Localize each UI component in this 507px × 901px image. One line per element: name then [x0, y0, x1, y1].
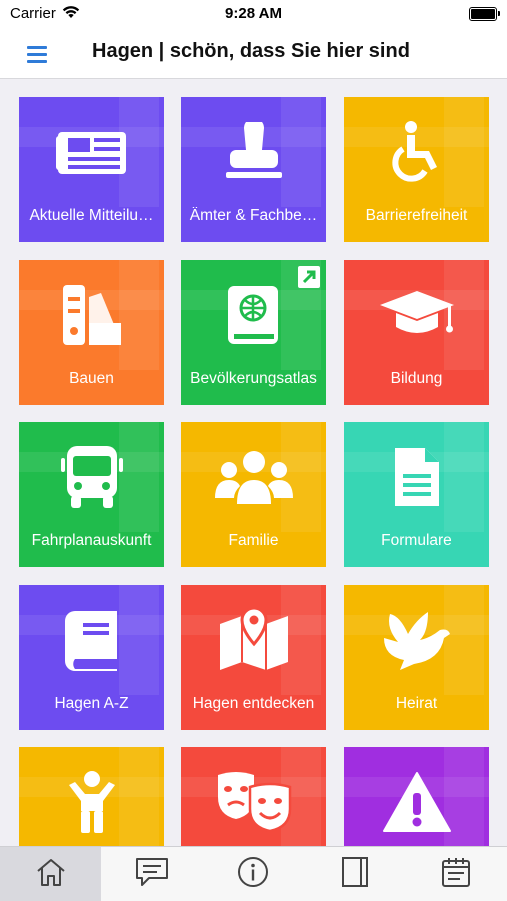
tab-calendar[interactable]: [406, 847, 507, 901]
map-pin-icon: [181, 605, 326, 675]
tile-bauen[interactable]: Bauen: [19, 260, 164, 405]
tile-aktuelle-mitteilu[interactable]: Aktuelle Mitteilu…: [19, 97, 164, 242]
tile-label: Heirat: [395, 695, 438, 712]
tile-familie[interactable]: Familie: [181, 422, 326, 567]
tile-child[interactable]: [19, 747, 164, 846]
tile-label: Fahrplanauskunft: [31, 532, 152, 549]
swatch-icon: [19, 280, 164, 350]
atlas-book-icon: [181, 280, 326, 350]
status-bar: Carrier 9:28 AM: [0, 0, 507, 28]
tile-bevölkerungsatlas[interactable]: Bevölkerungsatlas: [181, 260, 326, 405]
book-icon: [19, 605, 164, 675]
family-icon: [181, 442, 326, 512]
wheelchair-icon: [344, 117, 489, 187]
tile-label: Hagen A-Z: [54, 695, 129, 712]
tile-heirat[interactable]: Heirat: [344, 585, 489, 730]
tile-formulare[interactable]: Formulare: [344, 422, 489, 567]
tab-notebook[interactable]: [304, 847, 405, 901]
notebook-icon: [341, 856, 369, 893]
tile-label: Bauen: [69, 370, 114, 387]
tile-barrierefreiheit[interactable]: Barrierefreiheit: [344, 97, 489, 242]
stamp-icon: [181, 117, 326, 187]
tile-label: Formulare: [381, 532, 452, 549]
clock-label: 9:28 AM: [225, 5, 282, 22]
document-icon: [344, 442, 489, 512]
graduation-cap-icon: [344, 280, 489, 350]
calendar-icon: [441, 856, 471, 893]
tile-hagen-entdecken[interactable]: Hagen entdecken: [181, 585, 326, 730]
tile-label: Bildung: [390, 370, 443, 387]
child-icon: [19, 767, 164, 837]
info-icon: [237, 856, 269, 893]
tile-fahrplanauskunft[interactable]: Fahrplanauskunft: [19, 422, 164, 567]
tile-label: Barrierefreiheit: [365, 207, 468, 224]
tile-theater-masks[interactable]: [181, 747, 326, 846]
tab-info[interactable]: [203, 847, 304, 901]
bus-icon: [19, 442, 164, 512]
newspaper-icon: [19, 117, 164, 187]
warning-icon: [344, 767, 489, 837]
tile-ämter-fachbe[interactable]: Ämter & Fachbe…: [181, 97, 326, 242]
external-link-icon: [298, 266, 320, 288]
message-icon: [135, 857, 169, 892]
home-icon: [35, 857, 67, 892]
tile-label: Aktuelle Mitteilu…: [29, 207, 154, 224]
tile-grid: Aktuelle Mitteilu… Ämter & Fachbe… Barrier…: [0, 79, 507, 846]
tile-label: Ämter & Fachbe…: [189, 207, 318, 224]
tile-label: Familie: [228, 532, 279, 549]
tile-bildung[interactable]: Bildung: [344, 260, 489, 405]
tab-home[interactable]: [0, 847, 101, 901]
tile-label: Hagen entdecken: [192, 695, 315, 712]
tile-hagen-a-z[interactable]: Hagen A-Z: [19, 585, 164, 730]
tile-warning[interactable]: [344, 747, 489, 846]
navigation-bar: Hagen | schön, dass Sie hier sind: [0, 28, 507, 79]
battery-icon: [469, 7, 500, 21]
page-title: Hagen | schön, dass Sie hier sind: [92, 40, 410, 62]
dove-icon: [344, 605, 489, 675]
hamburger-menu-icon[interactable]: [20, 42, 54, 66]
tile-label: Bevölkerungsatlas: [190, 370, 317, 387]
theater-masks-icon: [181, 767, 326, 837]
tab-message[interactable]: [101, 847, 202, 901]
tab-bar: [0, 846, 507, 901]
